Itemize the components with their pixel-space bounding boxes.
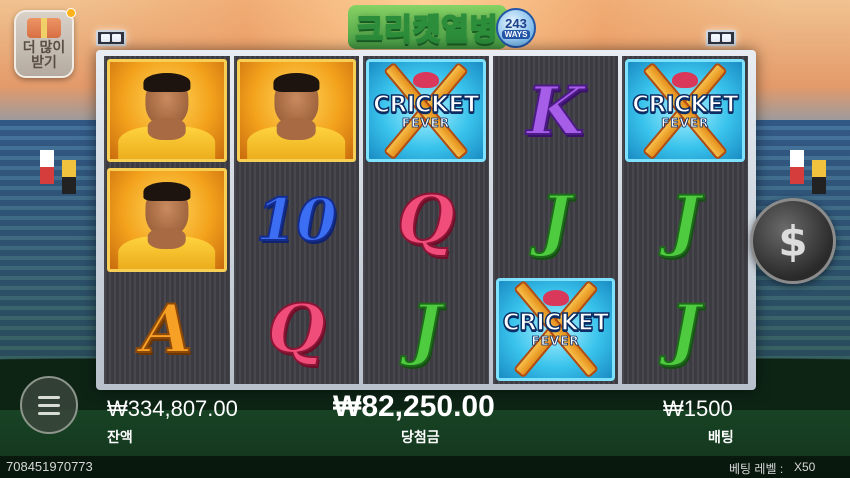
- cricket-fever-wild-symbol: CRICKET FEVER: [366, 59, 486, 163]
- floodlight-icon: [706, 30, 736, 46]
- notification-dot: [66, 8, 76, 18]
- bet-label: 배팅: [708, 429, 734, 445]
- flag-decoration: [812, 160, 826, 194]
- wild-title: CRICKET: [632, 91, 740, 118]
- menu-icon-bar: [38, 411, 60, 415]
- flag-decoration: [40, 150, 54, 184]
- reel-cell: J: [493, 165, 619, 274]
- reel-cell: Q: [363, 165, 489, 274]
- flag-decoration: [62, 160, 76, 194]
- menu-icon-bar: [38, 403, 60, 407]
- ball-icon: [542, 290, 569, 307]
- reel-column: K J CRICKET FEVER: [492, 56, 619, 384]
- session-id: 708451970773: [6, 459, 93, 474]
- stadium-stand-left: [0, 120, 110, 360]
- footer-bar: [0, 456, 850, 478]
- wild-title: CRICKET: [502, 310, 610, 337]
- menu-button[interactable]: [20, 376, 78, 434]
- reel-cell: CRICKET FEVER: [363, 56, 489, 165]
- ball-icon: [412, 71, 439, 88]
- hero-symbol: [107, 168, 227, 272]
- reel-cell: [234, 56, 360, 165]
- cricket-fever-wild-symbol: CRICKET FEVER: [495, 277, 616, 381]
- bet-value[interactable]: ₩1500: [663, 396, 733, 422]
- bet-level-value: X50: [794, 460, 816, 474]
- menu-icon-bar: [38, 395, 60, 399]
- floodlight-icon: [96, 30, 126, 46]
- balance-label: 잔액: [107, 429, 133, 445]
- ways-number: 243: [505, 16, 527, 31]
- hero-symbol: [107, 59, 227, 163]
- hero-hands: [147, 118, 187, 140]
- reel-cell: [104, 56, 230, 165]
- symbol-10: 10: [255, 185, 338, 254]
- symbol-j: J: [669, 180, 702, 259]
- wild-subtitle: FEVER: [401, 115, 451, 130]
- get-more-label-line2: 받기: [31, 54, 57, 70]
- ways-word: WAYS: [501, 30, 531, 39]
- reel-column: 10 Q: [233, 56, 360, 384]
- symbol-a: A: [140, 290, 193, 369]
- reel-cell: CRICKET FEVER: [493, 275, 619, 384]
- reel-grid: A 10 Q CRICKET FEVER Q J K J CRICKET FEVER CRICKET F…: [104, 56, 748, 384]
- cricket-fever-wild-symbol: CRICKET FEVER: [625, 59, 745, 163]
- reel-cell: J: [622, 165, 748, 274]
- get-more-label-line1: 더 많이: [22, 39, 66, 55]
- win-label: 당첨금: [401, 429, 440, 445]
- symbol-q: Q: [267, 290, 326, 369]
- wild-subtitle: FEVER: [661, 115, 710, 130]
- symbol-q: Q: [396, 180, 455, 259]
- game-title: 크리켓열병: [347, 5, 507, 49]
- hero-symbol: [236, 59, 357, 163]
- reel-cell: 10: [234, 165, 360, 274]
- game-logo: 크리켓열병 243 WAYS: [322, 2, 536, 52]
- reel-column: CRICKET FEVER Q J: [363, 56, 489, 384]
- symbol-j: J: [409, 290, 442, 369]
- balance-value: ₩334,807.00: [107, 396, 238, 421]
- reel-column: A: [104, 56, 230, 384]
- symbol-j: J: [669, 290, 702, 369]
- get-more-button[interactable]: 더 많이 받기: [14, 8, 76, 78]
- gift-icon: [27, 18, 61, 38]
- symbol-k: K: [526, 71, 585, 150]
- ball-icon: [672, 71, 699, 88]
- reel-cell: J: [363, 275, 489, 384]
- reel-cell: CRICKET FEVER: [622, 56, 748, 165]
- reel-cell: K: [493, 56, 619, 165]
- wild-title: CRICKET: [372, 91, 480, 118]
- win-value: ₩82,250.00: [333, 390, 495, 423]
- reel-cell: [104, 165, 230, 274]
- flag-decoration: [790, 150, 804, 184]
- reel-cell: A: [104, 275, 230, 384]
- bet-level-label: 베팅 레벨 :: [729, 462, 784, 476]
- reel-cell: J: [622, 275, 748, 384]
- reel-cell: Q: [234, 275, 360, 384]
- spin-button[interactable]: $: [750, 198, 836, 284]
- hero-hands: [277, 118, 316, 140]
- symbol-j: J: [539, 180, 572, 259]
- ways-badge: 243 WAYS: [496, 8, 536, 48]
- dollar-icon: $: [778, 216, 808, 266]
- hero-hands: [147, 227, 187, 250]
- wild-subtitle: FEVER: [531, 334, 580, 349]
- reel-column: CRICKET FEVER J J: [622, 56, 748, 384]
